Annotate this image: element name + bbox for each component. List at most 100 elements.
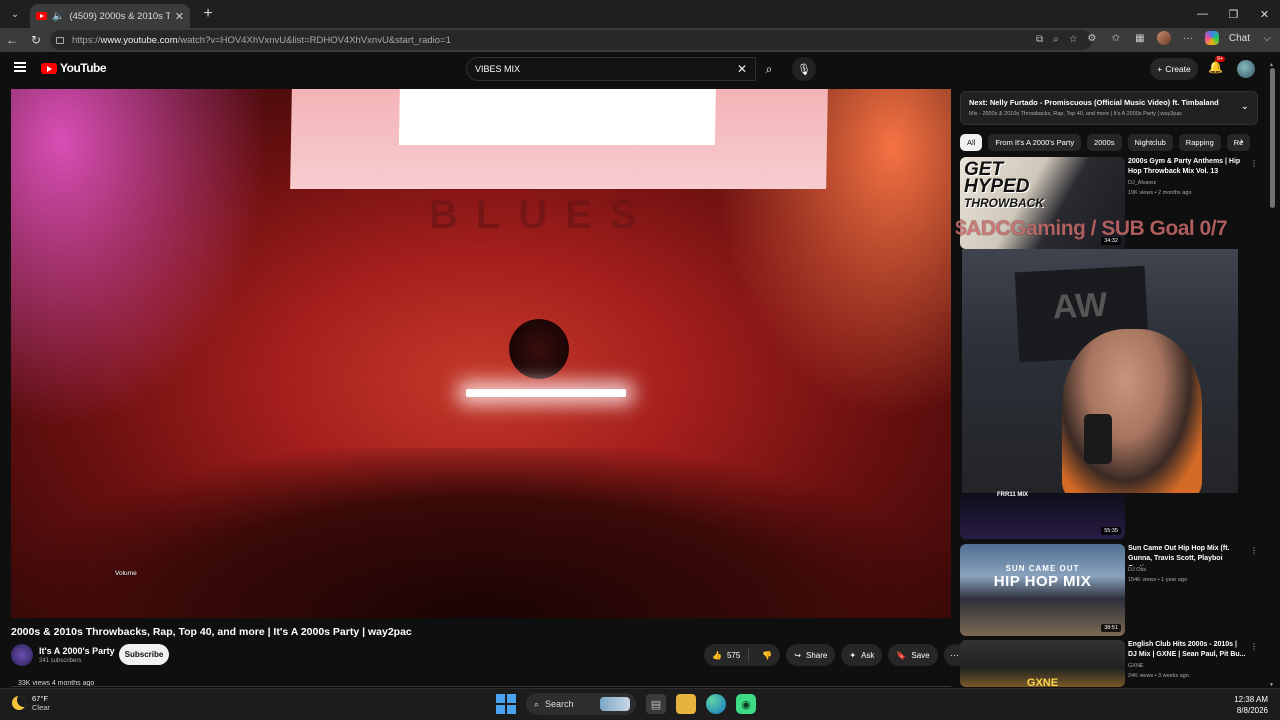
scrollbar-thumb[interactable]: [1270, 68, 1275, 208]
favorites-icon[interactable]: ✩: [1109, 31, 1123, 45]
new-tab-icon[interactable]: +: [198, 5, 218, 23]
back-icon[interactable]: ←: [0, 33, 24, 47]
webcam-overlay: AW: [962, 249, 1238, 493]
related-video[interactable]: 55:35: [960, 493, 1258, 541]
dislike-button[interactable]: 👎: [754, 651, 780, 660]
create-button[interactable]: + Create: [1150, 58, 1198, 80]
windows-start-icon[interactable]: [496, 694, 516, 714]
search-input[interactable]: VIBES MIX ✕: [466, 57, 756, 81]
youtube-header: YouTube VIBES MIX ✕ ⌕ 🎙 + Create 🔔 9+: [0, 52, 1280, 86]
chip-all[interactable]: All: [960, 134, 983, 151]
extensions-icon[interactable]: ⚙: [1085, 31, 1099, 45]
like-button[interactable]: 👍 575: [704, 648, 750, 662]
hamburger-menu-icon[interactable]: [14, 62, 26, 72]
related-video-title[interactable]: English Club Hits 2000s - 2010s | DJ Mix…: [1128, 640, 1246, 660]
ask-button[interactable]: ✦ Ask: [841, 644, 883, 666]
file-app-icon[interactable]: ▤: [646, 694, 666, 714]
share-button[interactable]: ↪ Share: [786, 644, 836, 666]
thumbnail-text: FRR11 MIX: [997, 492, 1029, 498]
channel-name[interactable]: It's A 2000's Party: [39, 646, 115, 656]
copilot-chat-label[interactable]: Chat: [1229, 33, 1250, 44]
save-button[interactable]: 🔖 Save: [888, 644, 938, 666]
collections-icon[interactable]: ▦: [1133, 31, 1147, 45]
microphone-icon: 🎙: [797, 63, 811, 76]
search-query: VIBES MIX: [475, 64, 521, 74]
thumbnail-text: GET HYPED THROWBACK: [964, 159, 1044, 210]
related-video-channel[interactable]: DJ_Alvarez: [1128, 180, 1156, 186]
more-horizontal-icon: ···: [950, 650, 960, 660]
related-chips: All From It's A 2000's Party 2000s Night…: [960, 134, 1254, 152]
related-video-title[interactable]: 2000s Gym & Party Anthems | Hip Hop Thro…: [1128, 157, 1246, 177]
file-explorer-icon[interactable]: [676, 694, 696, 714]
system-clock[interactable]: 12:38 AM 8/8/2026: [1234, 694, 1268, 716]
speaker-icon[interactable]: 🔈: [52, 11, 64, 22]
video-thumbnail[interactable]: SUN CAME OUT HIP HOP MIX 38:51: [960, 544, 1125, 636]
youtube-logo[interactable]: YouTube: [41, 61, 107, 75]
video-thumbnail[interactable]: 55:35: [960, 493, 1125, 539]
related-video-channel[interactable]: DJ Otis: [1128, 567, 1146, 573]
related-video[interactable]: GXNE English Club Hits 2000s - 2010s | D…: [960, 640, 1258, 687]
bell-icon: 🔔: [1208, 60, 1223, 74]
related-video[interactable]: SUN CAME OUT HIP HOP MIX 38:51 Sun Came …: [960, 544, 1258, 636]
account-avatar[interactable]: [1237, 60, 1255, 78]
windows-taskbar: 67°F Clear ⌕ Search ▤ ◉ 12:38 AM 8/8/202…: [0, 688, 1280, 720]
chip-2000s[interactable]: 2000s: [1087, 134, 1122, 151]
settings-more-icon[interactable]: ···: [1181, 31, 1195, 45]
clear-search-icon[interactable]: ✕: [737, 62, 747, 76]
subscribe-button[interactable]: Subscribe: [119, 644, 169, 665]
chip-truncated[interactable]: Re: [1226, 134, 1251, 151]
chevron-right-icon[interactable]: ›: [1240, 136, 1243, 147]
stage-screen: [290, 89, 828, 189]
browser-tab-active[interactable]: 🔈 (4509) 2000s & 2010s Throwb ✕: [30, 4, 190, 28]
create-label: Create: [1165, 64, 1191, 74]
chip-nightclub[interactable]: Nightclub: [1127, 134, 1173, 151]
close-window-icon[interactable]: ✕: [1249, 0, 1280, 28]
related-video-title[interactable]: Sun Came Out Hip Hop Mix (ft. Gunna, Tra…: [1128, 544, 1246, 566]
profile-avatar[interactable]: [1156, 31, 1171, 45]
minimize-icon[interactable]: —: [1187, 0, 1218, 28]
site-info-icon[interactable]: [56, 36, 64, 44]
android-app-icon[interactable]: ◉: [736, 694, 756, 714]
reload-icon[interactable]: ↻: [24, 33, 48, 47]
share-icon: ↪: [794, 650, 801, 660]
ask-label: Ask: [861, 650, 875, 660]
open-in-app-icon[interactable]: ⧉: [1036, 34, 1043, 45]
taskbar-search[interactable]: ⌕ Search: [526, 693, 636, 715]
video-thumbnail[interactable]: GXNE: [960, 640, 1125, 687]
stage-light-left: [11, 89, 271, 429]
search-button[interactable]: ⌕: [756, 57, 782, 81]
edge-browser-icon[interactable]: [706, 694, 726, 714]
sidebar-toggle-icon[interactable]: ⌵: [1260, 31, 1274, 45]
chip-from-channel[interactable]: From It's A 2000's Party: [988, 134, 1082, 151]
channel-avatar[interactable]: [11, 644, 33, 666]
notifications-button[interactable]: 🔔 9+: [1208, 56, 1226, 74]
chip-rapping[interactable]: Rapping: [1178, 134, 1221, 151]
like-count: 575: [726, 650, 741, 660]
close-tab-icon[interactable]: ✕: [175, 10, 184, 23]
video-duration: 55:35: [1101, 527, 1121, 535]
address-bar[interactable]: https://www.youtube.com/watch?v=HOV4XhVx…: [50, 30, 1092, 50]
video-actions: 👍 575 👎 ↪ Share ✦ Ask 🔖 Save ···: [704, 644, 966, 666]
browser-tab-strip: ⌄ 🔈 (4509) 2000s & 2010s Throwb ✕ + — ❐ …: [0, 0, 1280, 28]
chevron-down-icon[interactable]: ⌄: [1241, 101, 1249, 112]
phone-shape: [1084, 414, 1112, 464]
tab-actions-menu-icon[interactable]: ⌄: [4, 3, 26, 25]
video-player[interactable]: BLUES Volume: [11, 89, 951, 618]
related-video-meta: 154K views • 1 year ago: [1128, 577, 1188, 583]
restore-icon[interactable]: ❐: [1218, 0, 1249, 28]
more-vertical-icon[interactable]: ⋮: [1250, 159, 1258, 168]
dj-booth-light: [466, 389, 626, 397]
copilot-icon[interactable]: [1204, 31, 1219, 45]
more-vertical-icon[interactable]: ⋮: [1250, 642, 1258, 651]
youtube-favicon-icon: [36, 12, 47, 20]
search-icon: ⌕: [765, 61, 773, 76]
weather-widget[interactable]: 67°F Clear: [12, 694, 50, 712]
voice-search-button[interactable]: 🎙: [792, 57, 816, 81]
more-vertical-icon[interactable]: ⋮: [1250, 546, 1258, 555]
page-scrollbar[interactable]: ▲ ▼: [1269, 62, 1276, 688]
zoom-icon[interactable]: ⌕: [1053, 34, 1059, 45]
playlist-up-next[interactable]: Next: Nelly Furtado - Promiscuous (Offic…: [960, 91, 1258, 125]
related-video-channel[interactable]: GXNE: [1128, 663, 1144, 669]
crowd-silhouette: [11, 448, 951, 618]
favorite-star-icon[interactable]: ☆: [1069, 34, 1078, 45]
